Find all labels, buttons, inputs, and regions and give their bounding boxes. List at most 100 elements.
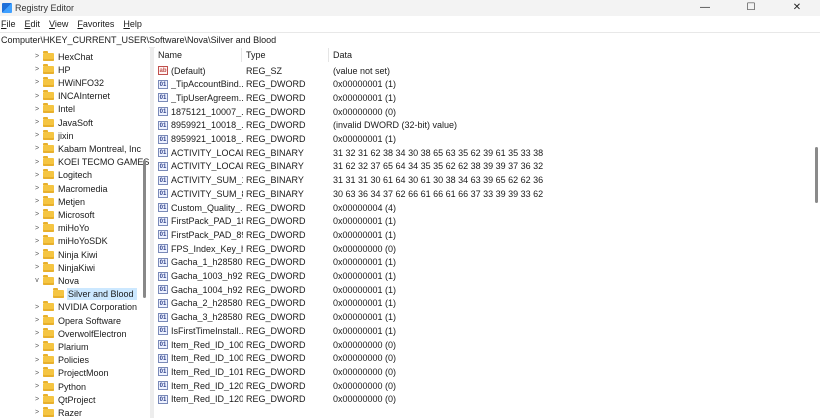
expand-chevron-icon[interactable]: >	[33, 132, 41, 139]
tree-item[interactable]: Silver and Blood	[43, 288, 149, 301]
tree-item[interactable]: > Plarium	[33, 340, 149, 353]
column-divider[interactable]	[328, 48, 329, 62]
expand-chevron-icon[interactable]: >	[33, 251, 41, 258]
expand-chevron-icon[interactable]: >	[33, 225, 41, 232]
tree-item[interactable]: > OverwolfElectron	[33, 327, 149, 340]
expand-chevron-icon[interactable]: >	[33, 317, 41, 324]
column-header-name[interactable]: Name	[158, 50, 182, 62]
tree-item[interactable]: > Kabam Montreal, Inc	[33, 142, 149, 155]
expand-chevron-icon[interactable]: >	[33, 66, 41, 73]
expand-chevron-icon[interactable]: >	[33, 79, 41, 86]
expand-chevron-icon[interactable]: >	[33, 383, 41, 390]
registry-value-row[interactable]: ab (Default) REG_SZ (value not set)	[155, 64, 795, 77]
menu-edit[interactable]: Edit	[24, 19, 46, 29]
expand-chevron-icon[interactable]: >	[33, 330, 41, 337]
registry-value-row[interactable]: 01 Gacha_1003_h92... REG_DWORD 0x00000001 (…	[155, 270, 795, 283]
column-divider[interactable]	[241, 48, 242, 62]
tree-item[interactable]: > Logitech	[33, 169, 149, 182]
registry-value-row[interactable]: 01ACTIVITY_LOCAL...REG_BINARY 31 62 32 37…	[155, 160, 795, 173]
menu-favorites[interactable]: Favorites	[76, 19, 119, 29]
expand-chevron-icon[interactable]: >	[33, 93, 41, 100]
registry-value-row[interactable]: 01 1875121_10007_... REG_DWORD 0x00000000 (…	[155, 105, 795, 118]
expand-chevron-icon[interactable]: >	[33, 211, 41, 218]
expand-chevron-icon[interactable]: >	[33, 370, 41, 377]
registry-value-row[interactable]: 01FirstPack_PAD_18...REG_DWORD 0x00000001…	[155, 215, 795, 228]
tree-item[interactable]: > Policies	[33, 354, 149, 367]
tree-item[interactable]: > NinjaKiwi	[33, 261, 149, 274]
tree-item[interactable]: > Razer	[33, 406, 149, 418]
tree-scrollbar-thumb[interactable]	[143, 160, 146, 298]
registry-value-row[interactable]: 01 8959921_10018_... REG_DWORD (invalid DWO…	[155, 119, 795, 132]
expand-chevron-icon[interactable]: >	[33, 119, 41, 126]
registry-value-row[interactable]: 01 _TipAccountBind... REG_DWORD 0x00000001 …	[155, 78, 795, 91]
values-scrollbar-thumb[interactable]	[815, 147, 818, 203]
tree-item[interactable]: > miHoYo	[33, 222, 149, 235]
tree-item[interactable]: > NVIDIA Corporation	[33, 301, 149, 314]
expand-chevron-icon[interactable]: v	[33, 277, 41, 284]
pane-splitter[interactable]	[150, 47, 154, 418]
registry-value-row[interactable]: 01FirstPack_PAD_89...REG_DWORD 0x00000001…	[155, 228, 795, 241]
registry-value-row[interactable]: 01Item_Red_ID_100...REG_DWORD 0x00000000 …	[155, 352, 795, 365]
menu-help[interactable]: Help	[122, 19, 147, 29]
column-header-type[interactable]: Type	[246, 50, 266, 62]
registry-value-row[interactable]: 01 IsFirstTimeInstall... REG_DWORD 0x000000…	[155, 324, 795, 337]
menu-view[interactable]: View	[48, 19, 73, 29]
tree-item[interactable]: > HWiNFO32	[33, 76, 149, 89]
menu-file[interactable]: File	[0, 19, 21, 29]
registry-value-row[interactable]: 01 Gacha_2_h28580... REG_DWORD 0x00000001 (…	[155, 297, 795, 310]
tree-item[interactable]: > Intel	[33, 103, 149, 116]
binary-value-icon: 01	[158, 244, 168, 254]
tree-item[interactable]: > miHoYoSDK	[33, 235, 149, 248]
tree-item[interactable]: > Opera Software	[33, 314, 149, 327]
expand-chevron-icon[interactable]: >	[33, 357, 41, 364]
column-header-data[interactable]: Data	[333, 50, 352, 62]
expand-chevron-icon[interactable]: >	[33, 172, 41, 179]
registry-value-row[interactable]: 01Item_Red_ID_100...REG_DWORD 0x00000000 …	[155, 338, 795, 351]
registry-value-row[interactable]: 01Item_Red_ID_120...REG_DWORD 0x00000000 …	[155, 379, 795, 392]
tree-item[interactable]: > JavaSoft	[33, 116, 149, 129]
expand-chevron-icon[interactable]: >	[33, 396, 41, 403]
tree-item[interactable]: > Metjen	[33, 195, 149, 208]
tree-item[interactable]: > Python	[33, 380, 149, 393]
tree-item-label: Intel	[58, 104, 76, 115]
expand-chevron-icon[interactable]: >	[33, 238, 41, 245]
registry-value-row[interactable]: 01ACTIVITY_SUM_1...REG_BINARY 31 31 31 30…	[155, 174, 795, 187]
tree-item[interactable]: > Macromedia	[33, 182, 149, 195]
maximize-button[interactable]: ☐	[728, 0, 774, 16]
tree-item[interactable]: v Nova	[33, 274, 149, 287]
registry-value-row[interactable]: 01Item_Red_ID_120...REG_DWORD 0x00000000 …	[155, 393, 795, 406]
tree-item[interactable]: > ProjectMoon	[33, 367, 149, 380]
tree-item[interactable]: > HexChat	[33, 50, 149, 63]
registry-value-row[interactable]: 01FPS_Index_Key_h...REG_DWORD 0x00000000 …	[155, 242, 795, 255]
expand-chevron-icon[interactable]: >	[33, 304, 41, 311]
address-bar[interactable]: Computer\HKEY_CURRENT_USER\Software\Nova…	[0, 32, 820, 48]
registry-value-row[interactable]: 01 Gacha_1_h28580... REG_DWORD 0x00000001 (…	[155, 256, 795, 269]
tree-item[interactable]: > QtProject	[33, 393, 149, 406]
tree-item[interactable]: > Microsoft	[33, 208, 149, 221]
tree-item[interactable]: > HP	[33, 63, 149, 76]
minimize-button[interactable]: —	[682, 0, 728, 16]
tree-item[interactable]: > INCAInternet	[33, 90, 149, 103]
registry-value-row[interactable]: 01 Gacha_3_h28580... REG_DWORD 0x00000001 (…	[155, 311, 795, 324]
address-path[interactable]: Computer\HKEY_CURRENT_USER\Software\Nova…	[0, 35, 276, 45]
registry-value-row[interactable]: 01 Custom_Quality_... REG_DWORD 0x00000004 …	[155, 201, 795, 214]
registry-value-row[interactable]: 01 Gacha_1004_h92... REG_DWORD 0x00000001 (…	[155, 283, 795, 296]
expand-chevron-icon[interactable]: >	[33, 53, 41, 60]
registry-value-row[interactable]: 01ACTIVITY_SUM_8...REG_BINARY 30 63 36 34…	[155, 187, 795, 200]
expand-chevron-icon[interactable]: >	[33, 159, 41, 166]
registry-value-row[interactable]: 01ACTIVITY_LOCAL...REG_BINARY 31 32 31 62…	[155, 146, 795, 159]
close-button[interactable]: ✕	[774, 0, 820, 16]
expand-chevron-icon[interactable]: >	[33, 198, 41, 205]
expand-chevron-icon[interactable]: >	[33, 409, 41, 416]
tree-item[interactable]: > jixin	[33, 129, 149, 142]
expand-chevron-icon[interactable]: >	[33, 145, 41, 152]
registry-value-row[interactable]: 01 _TipUserAgreem... REG_DWORD 0x00000001 (…	[155, 91, 795, 104]
expand-chevron-icon[interactable]: >	[33, 185, 41, 192]
expand-chevron-icon[interactable]: >	[33, 343, 41, 350]
tree-item[interactable]: > KOEI TECMO GAMES	[33, 156, 149, 169]
expand-chevron-icon[interactable]: >	[33, 106, 41, 113]
tree-item[interactable]: > Ninja Kiwi	[33, 248, 149, 261]
expand-chevron-icon[interactable]: >	[33, 264, 41, 271]
registry-value-row[interactable]: 01Item_Red_ID_101...REG_DWORD 0x00000000 …	[155, 365, 795, 378]
registry-value-row[interactable]: 01 8959921_10018_... REG_DWORD 0x00000001 (…	[155, 133, 795, 146]
